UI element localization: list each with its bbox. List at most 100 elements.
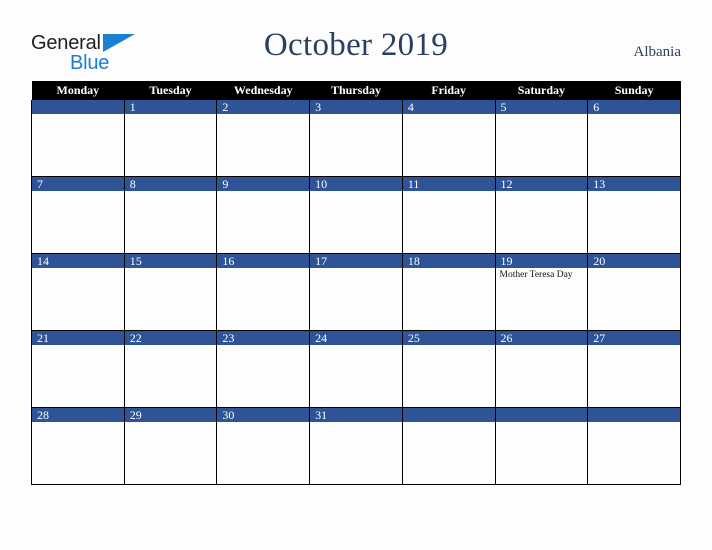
calendar-day-cell[interactable]: 2 [216,100,311,177]
calendar-day-cell[interactable]: 31 [309,407,403,485]
calendar-day-cell[interactable]: 1 [123,100,218,177]
day-events [588,191,680,192]
calendar-week-row: 123456 [31,100,681,177]
calendar-day-cell[interactable]: 3 [309,100,403,177]
calendar-week-row: 21 22 23 24 25 26 27 [31,330,681,408]
day-number: 13 [588,177,680,191]
day-events [32,345,124,346]
calendar-day-cell[interactable]: 16 [216,253,311,331]
calendar-week-row: 7 8 9 10 11 12 13 [31,176,681,254]
calendar-day-cell[interactable]: 30 [216,407,311,485]
day-number: 20 [588,254,680,268]
day-events [32,191,124,192]
day-events [403,345,495,346]
calendar-day-cell[interactable]: 22 [123,330,218,408]
calendar-week-row: 28 29 30 31 [31,407,681,485]
day-number: 23 [217,331,310,345]
day-number: 10 [310,177,402,191]
day-number: 19 [495,254,588,268]
calendar-day-cell[interactable]: 7 [31,176,125,254]
weekday-header-friday: Friday [402,81,496,100]
day-events [496,422,588,423]
country-label: Albania [633,44,681,60]
day-number: 16 [217,254,310,268]
day-events [588,268,680,269]
weekday-header-row: Monday Tuesday Wednesday Thursday Friday… [31,81,681,100]
day-events [125,191,217,192]
weekday-header-thursday: Thursday [309,81,403,100]
day-events [217,191,309,192]
calendar-day-cell[interactable]: 25 [401,330,496,408]
day-number: 2 [217,100,310,114]
day-number: 30 [217,408,310,422]
day-number [32,100,124,114]
day-number: 17 [310,254,402,268]
day-number: 6 [588,100,680,114]
day-number: 5 [495,100,588,114]
day-events [588,422,680,423]
day-events [496,191,588,192]
day-number: 29 [124,408,217,422]
calendar-day-cell[interactable]: 21 [31,330,125,408]
day-events [310,191,402,192]
calendar-body: 1 2 3 4 5 6 7 8 9 10 11 12 13 14 15 16 17 18 19 Mother Tere… [31,100,681,485]
day-number: 22 [124,331,217,345]
calendar-header-row: Monday Tuesday Wednesday Thursday Friday… [31,81,681,100]
calendar-day-cell[interactable]: 15 [123,253,218,331]
day-number: 14 [32,254,124,268]
day-number: 4 [402,100,495,114]
day-number: 11 [402,177,495,191]
day-events [403,268,495,269]
calendar-day-cell[interactable]: 11 [401,176,496,254]
day-events [588,345,680,346]
page-title: October 2019 [263,27,449,63]
calendar-day-cell[interactable]: 10 [309,176,403,254]
calendar-day-cell[interactable]: 5 [494,100,589,177]
calendar-day-cell[interactable]: 27 [587,330,681,408]
calendar-day-cell[interactable]: 28 [31,407,125,485]
calendar-day-cell[interactable]: 17 [309,253,403,331]
page-header: General Blue October 2019 Albania [0,0,712,78]
day-events [403,422,495,423]
day-events [32,422,124,423]
calendar-day-cell[interactable]: 9 [216,176,311,254]
calendar-day-cell[interactable]: 13 [587,176,681,254]
calendar-day-cell[interactable]: 6 [587,100,681,177]
day-number: 8 [124,177,217,191]
calendar-day-cell[interactable]: 14 [31,253,125,331]
day-events [310,345,402,346]
calendar-day-cell[interactable]: 8 [123,176,218,254]
calendar-day-cell[interactable]: 12 [494,176,589,254]
calendar-week-row: 14 15 16 17 18 19 Mother Teresa Day 20 [31,253,681,331]
calendar-day-cell[interactable]: 19 Mother Teresa Day [494,253,589,331]
day-number: 25 [402,331,495,345]
calendar-day-cell[interactable]: 4 [401,100,496,177]
weekday-header-tuesday: Tuesday [124,81,217,100]
day-events [310,422,402,423]
calendar-day-cell[interactable]: 29 [123,407,218,485]
calendar-grid: Monday Tuesday Wednesday Thursday Friday… [31,81,681,485]
day-events [403,191,495,192]
calendar-day-cell[interactable]: 23 [216,330,311,408]
day-events [588,114,680,115]
calendar-day-cell[interactable]: 18 [401,253,496,331]
calendar-day-cell[interactable]: 26 [494,330,589,408]
day-number: 27 [588,331,680,345]
calendar-empty-cell[interactable] [494,407,589,485]
day-number [588,408,680,422]
day-events [217,345,309,346]
calendar-empty-cell[interactable] [31,100,125,177]
day-number [402,408,495,422]
day-events [125,422,217,423]
day-number: 3 [310,100,402,114]
day-events [125,345,217,346]
day-number: 21 [32,331,124,345]
day-number: 15 [124,254,217,268]
day-events [217,268,309,269]
holiday-event-label: Mother Teresa Day [499,270,573,280]
calendar-empty-cell[interactable] [587,407,681,485]
calendar-empty-cell[interactable] [401,407,496,485]
day-number [495,408,588,422]
calendar-day-cell[interactable]: 24 [309,330,403,408]
calendar-day-cell[interactable]: 20 [587,253,681,331]
